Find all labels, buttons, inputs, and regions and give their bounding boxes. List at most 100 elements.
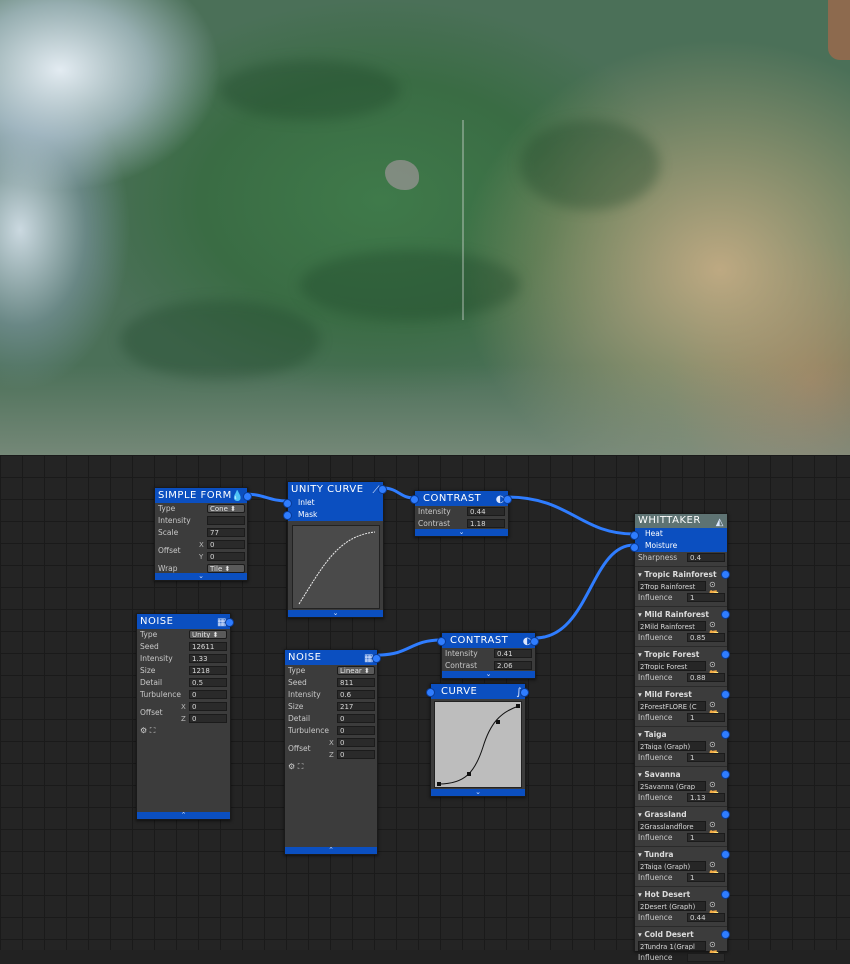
moisture-input[interactable]: Moisture bbox=[635, 540, 727, 552]
influence-field[interactable]: 1 bbox=[687, 713, 725, 722]
heat-input[interactable]: Heat bbox=[635, 528, 727, 540]
biome-header[interactable]: ▾ Cold Desert bbox=[635, 929, 730, 940]
node-header[interactable]: CONTRAST ◐ bbox=[442, 633, 535, 648]
collapse-chevron-icon[interactable]: ⌄ bbox=[155, 573, 247, 580]
collapse-chevron-icon[interactable]: ⌃ bbox=[137, 812, 230, 819]
biome-header[interactable]: ▾ Tropic Forest bbox=[635, 649, 730, 660]
biome-graph-field[interactable]: 2ForestFLORE (C bbox=[638, 701, 706, 711]
noise-node[interactable]: NOISE ▦ Type Linear ⬍ Seed 811 Intensity… bbox=[284, 649, 381, 855]
intensity-field[interactable] bbox=[207, 516, 245, 525]
intensity-field[interactable]: 0.6 bbox=[337, 690, 375, 699]
collapse-chevron-icon[interactable]: ⌃ bbox=[285, 847, 377, 854]
biome-graph-field[interactable]: 2Mild Rainforest bbox=[638, 621, 706, 631]
biome-graph-field[interactable]: 2Trop Rainforest bbox=[638, 581, 706, 591]
intensity-field[interactable]: 0.44 bbox=[467, 507, 505, 516]
output-port[interactable] bbox=[378, 485, 387, 494]
detail-field[interactable]: 0.5 bbox=[189, 678, 227, 687]
node-header[interactable]: CONTRAST ◐ bbox=[415, 491, 508, 506]
influence-field[interactable]: 1 bbox=[687, 833, 725, 842]
offset-x-field[interactable]: 0 bbox=[337, 738, 375, 747]
biome-header[interactable]: ▾ Tundra bbox=[635, 849, 730, 860]
contrast-field[interactable]: 1.18 bbox=[467, 519, 505, 528]
moisture-port[interactable] bbox=[630, 543, 639, 552]
influence-field[interactable]: 1 bbox=[687, 753, 725, 762]
intensity-field[interactable]: 1.33 bbox=[189, 654, 227, 663]
turbulence-field[interactable]: 0 bbox=[189, 690, 227, 699]
collapse-chevron-icon[interactable]: ⌄ bbox=[415, 529, 508, 536]
biome-graph-field[interactable]: 2Savanna (Grap bbox=[638, 781, 706, 791]
collapse-chevron-icon[interactable]: ⌄ bbox=[288, 610, 383, 617]
output-port[interactable] bbox=[372, 654, 381, 663]
biome-output-port[interactable] bbox=[721, 730, 730, 739]
biome-header[interactable]: ▾ Taiga bbox=[635, 729, 730, 740]
offset-z-field[interactable]: 0 bbox=[337, 750, 375, 759]
output-port[interactable] bbox=[225, 618, 234, 627]
node-graph-canvas[interactable]: SIMPLE FORM 💧 Type Cone ⬍ Intensity Scal… bbox=[0, 455, 850, 962]
biome-header[interactable]: ▾ Savanna bbox=[635, 769, 730, 780]
biome-output-port[interactable] bbox=[721, 650, 730, 659]
biome-graph-field[interactable]: 2Tropic Forest bbox=[638, 661, 706, 671]
collapse-chevron-icon[interactable]: ⌄ bbox=[431, 789, 525, 796]
terrain-viewport[interactable] bbox=[0, 0, 850, 455]
wrap-dropdown[interactable]: Tile ⬍ bbox=[207, 564, 245, 573]
node-header[interactable]: NOISE ▦ bbox=[137, 614, 230, 629]
biome-output-port[interactable] bbox=[721, 850, 730, 859]
type-dropdown[interactable]: Unity ⬍ bbox=[189, 630, 227, 639]
seed-field[interactable]: 12611 bbox=[189, 642, 227, 651]
preview-toggle-icon[interactable]: ⚙ ⛶ bbox=[140, 726, 155, 736]
influence-field[interactable] bbox=[687, 953, 725, 962]
output-port[interactable] bbox=[520, 688, 529, 697]
output-port[interactable] bbox=[243, 492, 252, 501]
inlet-port[interactable] bbox=[283, 499, 292, 508]
offset-x-field[interactable]: 0 bbox=[207, 540, 245, 549]
input-port[interactable] bbox=[437, 637, 446, 646]
output-port[interactable] bbox=[530, 637, 539, 646]
influence-field[interactable]: 1 bbox=[687, 873, 725, 882]
offset-x-field[interactable]: 0 bbox=[189, 702, 227, 711]
biome-header[interactable]: ▾ Hot Desert bbox=[635, 889, 730, 900]
type-dropdown[interactable]: Cone ⬍ bbox=[207, 504, 245, 513]
biome-output-port[interactable] bbox=[721, 810, 730, 819]
influence-field[interactable]: 1 bbox=[687, 593, 725, 602]
heat-port[interactable] bbox=[630, 531, 639, 540]
contrast-node[interactable]: CONTRAST ◐ Intensity 0.44 Contrast 1.18 … bbox=[410, 490, 512, 537]
biome-output-port[interactable] bbox=[721, 770, 730, 779]
input-port[interactable] bbox=[426, 688, 435, 697]
node-header[interactable]: CURVE ∫ bbox=[431, 684, 525, 699]
influence-field[interactable]: 0.44 bbox=[687, 913, 725, 922]
node-header[interactable]: NOISE ▦ bbox=[285, 650, 377, 665]
biome-output-port[interactable] bbox=[721, 610, 730, 619]
biome-header[interactable]: ▾ Grassland bbox=[635, 809, 730, 820]
biome-graph-field[interactable]: 2Taiga (Graph) bbox=[638, 741, 706, 751]
inlet-input[interactable]: Inlet bbox=[288, 497, 383, 509]
curve-preview[interactable] bbox=[292, 525, 380, 609]
node-header[interactable]: UNITY CURVE ⟋ bbox=[288, 482, 383, 497]
biome-output-port[interactable] bbox=[721, 890, 730, 899]
biome-output-port[interactable] bbox=[721, 570, 730, 579]
output-port[interactable] bbox=[503, 495, 512, 504]
offset-z-field[interactable]: 0 bbox=[189, 714, 227, 723]
offset-y-field[interactable]: 0 bbox=[207, 552, 245, 561]
influence-field[interactable]: 0.88 bbox=[687, 673, 725, 682]
simple-form-node[interactable]: SIMPLE FORM 💧 Type Cone ⬍ Intensity Scal… bbox=[154, 487, 252, 581]
noise-node[interactable]: NOISE ▦ Type Unity ⬍ Seed 12611 Intensit… bbox=[136, 613, 234, 820]
detail-field[interactable]: 0 bbox=[337, 714, 375, 723]
curve-preview[interactable] bbox=[434, 701, 522, 788]
type-dropdown[interactable]: Linear ⬍ bbox=[337, 666, 375, 675]
contrast-field[interactable]: 2.06 bbox=[494, 661, 532, 670]
biome-graph-field[interactable]: 2Grasslandflore bbox=[638, 821, 706, 831]
biome-graph-field[interactable]: 2Desert (Graph) bbox=[638, 901, 706, 911]
biome-header[interactable]: ▾ Mild Rainforest bbox=[635, 609, 730, 620]
contrast-node[interactable]: CONTRAST ◐ Intensity 0.41 Contrast 2.06 … bbox=[437, 632, 539, 679]
unity-curve-node[interactable]: UNITY CURVE ⟋ Inlet Mask ⌄ bbox=[283, 481, 387, 618]
biome-graph-field[interactable]: 2Taiga (Graph) bbox=[638, 861, 706, 871]
sharpness-field[interactable]: 0.4 bbox=[687, 553, 725, 562]
mask-input[interactable]: Mask bbox=[288, 509, 383, 521]
biome-header[interactable]: ▾ Mild Forest bbox=[635, 689, 730, 700]
influence-field[interactable]: 0.85 bbox=[687, 633, 725, 642]
biome-output-port[interactable] bbox=[721, 930, 730, 939]
size-field[interactable]: 1218 bbox=[189, 666, 227, 675]
curve-node[interactable]: CURVE ∫ ⌄ bbox=[426, 683, 529, 797]
biome-output-port[interactable] bbox=[721, 690, 730, 699]
preview-toggle-icon[interactable]: ⚙ ⛶ bbox=[288, 762, 303, 772]
